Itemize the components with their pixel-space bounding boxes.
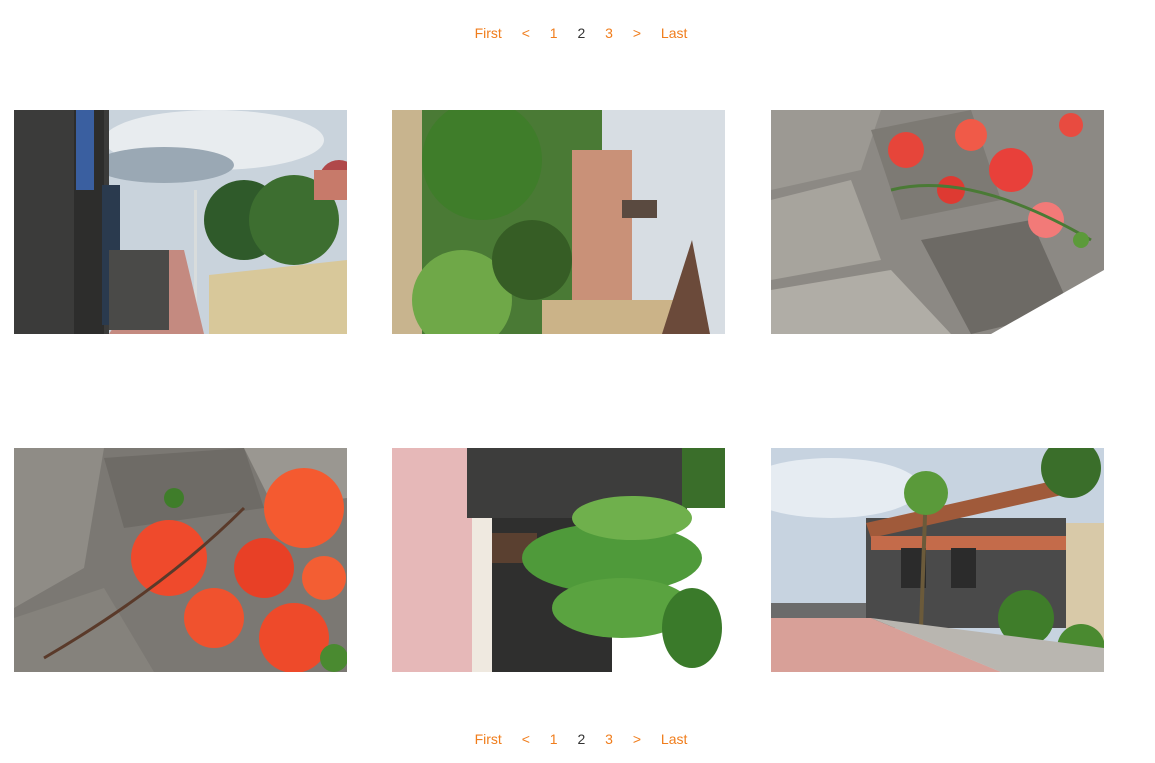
pagination-top: First < 1 2 3 > Last (0, 24, 1155, 42)
gallery-thumbnail-6[interactable] (771, 448, 1104, 672)
pagination-current-page: 2 (577, 731, 586, 747)
pagination-page-3-link[interactable]: 3 (605, 730, 613, 748)
pagination-prev-link[interactable]: < (522, 730, 530, 748)
pagination-last-link[interactable]: Last (661, 730, 687, 748)
pagination-last-link[interactable]: Last (661, 24, 687, 42)
gallery-thumbnail-1[interactable] (14, 110, 347, 334)
gallery-thumbnail-3[interactable] (771, 110, 1104, 334)
pagination-page-3-link[interactable]: 3 (605, 24, 613, 42)
pagination-first-link[interactable]: First (475, 24, 502, 42)
pagination-first-link[interactable]: First (475, 730, 502, 748)
thumbnail-3-image (771, 110, 1104, 334)
thumbnail-4-image (14, 448, 347, 672)
pagination-current-page: 2 (577, 25, 586, 41)
pagination-page-1-link[interactable]: 1 (550, 24, 558, 42)
pagination-next-link[interactable]: > (633, 24, 641, 42)
thumbnail-5-image (392, 448, 725, 672)
pagination-bottom: First < 1 2 3 > Last (0, 730, 1155, 748)
pagination-next-link[interactable]: > (633, 730, 641, 748)
gallery-thumbnail-2[interactable] (392, 110, 725, 334)
thumbnail-2-image (392, 110, 725, 334)
gallery-thumbnail-5[interactable] (392, 448, 725, 672)
pagination-page-1-link[interactable]: 1 (550, 730, 558, 748)
thumbnail-1-image (14, 110, 347, 334)
pagination-prev-link[interactable]: < (522, 24, 530, 42)
gallery-thumbnail-4[interactable] (14, 448, 347, 672)
thumbnail-6-image (771, 448, 1104, 672)
